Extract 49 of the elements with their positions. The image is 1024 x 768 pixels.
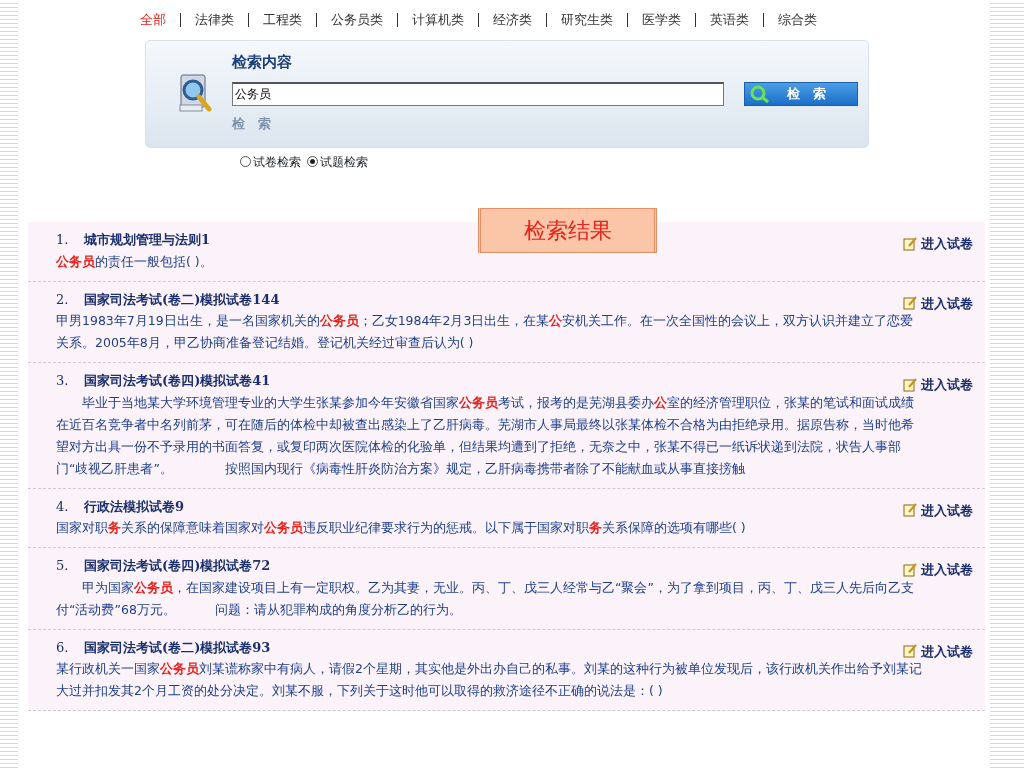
radio-option[interactable]: 试题检索 <box>307 153 368 171</box>
open-exam-link[interactable]: 进入试卷 <box>903 500 973 520</box>
edit-icon <box>903 503 917 518</box>
search-icon <box>749 83 771 104</box>
result-number: 1. <box>56 231 70 249</box>
result-title: 国家司法考试(卷二)模拟试卷144 <box>84 291 280 307</box>
category-tab[interactable]: 医学类 <box>627 13 695 27</box>
result-title: 国家司法考试(卷四)模拟试卷41 <box>84 373 271 388</box>
edit-icon <box>903 562 917 577</box>
result-title: 城市规划管理与法则1 <box>84 232 211 247</box>
category-tab[interactable]: 经济类 <box>478 13 546 27</box>
edit-icon <box>903 236 917 251</box>
category-tab[interactable]: 公务员类 <box>316 13 397 27</box>
result-text: 国家对职务关系的保障意味着国家对公务员违反职业纪律要求行为的惩戒。以下属于国家对职务关系保障的选项有哪些( ) <box>56 519 747 537</box>
edit-icon <box>903 377 917 392</box>
open-exam-link[interactable]: 进入试卷 <box>903 560 973 580</box>
search-field[interactable]: 公务员 <box>232 81 724 106</box>
document-search-icon <box>178 73 212 113</box>
result-text: 甲男1983年7月19日出生，是一名国家机关的公务员；乙女1984年2月3日出生，在某公安机关工作。在一次全国性的会议上，双方认识并建立了恋爱关系。2005年8月，甲乙协商准备登记结婚。登记机关经过审查后认为( ) <box>56 312 915 352</box>
result-text: 公务员的责任一般包括( )。 <box>56 252 214 271</box>
result-text: 毕业于当地某大学环境管理专业的大学生张某参加今年安徽省国家公务员考试，报考的是芜湖县委办公室的经济管理职位，张某的笔试和面试成绩在近百名竞争者中名列前茅，可在随后的体检中却被查出感染上了乙肝病毒。芜湖市人事局最终以张某体检不合格为由拒绝录用。据原告称，当时他希望对方出具一份不予录用的书面答复，或复印两次医院体检的化验单，但结果均遭到了拒绝，无奈之中，张某不得已一纸诉状递到法院，状告人事部门“歧视乙肝患者”。 按照国内现行《病毒性肝炎防治方案》规定，乙肝病毒携带者除了不能献血或从事直接搒触 <box>56 393 915 478</box>
edit-icon <box>903 296 917 311</box>
result-number: 2. <box>56 290 70 309</box>
search-heading: 检索内容 <box>232 52 293 73</box>
result-text: 甲为国家公务员，在国家建设项目上有一定职权。乙为其妻，无业。丙、丁、戊三人经常与乙“聚会”，为了拿到项目，丙、丁、戊三人先后向乙支付“活动费”68万元。 问题：请从犯罪构成的角度分析乙的行为。 <box>56 578 915 619</box>
category-tab[interactable]: 工程类 <box>248 13 316 27</box>
results-banner: 检索结果 <box>478 208 657 253</box>
category-tab[interactable]: 全部 <box>126 13 180 27</box>
open-exam-link[interactable]: 进入试卷 <box>903 234 973 254</box>
search-button[interactable]: 检 索 <box>744 81 858 106</box>
result-title: 国家司法考试(卷四)模拟试卷72 <box>84 558 271 573</box>
category-tab[interactable]: 英语类 <box>695 13 763 27</box>
category-tab[interactable]: 研究生类 <box>546 13 627 27</box>
edit-icon <box>903 644 917 659</box>
open-exam-link[interactable]: 进入试卷 <box>903 375 973 395</box>
result-number: 4. <box>56 497 70 516</box>
radio-option[interactable]: 试卷检索 <box>240 153 301 171</box>
open-exam-link[interactable]: 进入试卷 <box>903 293 973 313</box>
result-number: 3. <box>56 372 70 390</box>
result-title: 行政法模拟试卷9 <box>84 498 185 514</box>
result-text: 某行政机关一国家公务员刘某谎称家中有病人，请假2个星期，其实他是外出办自己的私事。刘某的这种行为被单位发现后，该行政机关作出给予刘某记大过并扣发其2个月工资的处分决定。刘某不服，下列关于这时他可以取得的救济途径不正确的说法是：( ) <box>56 660 923 700</box>
result-number: 6. <box>56 638 70 657</box>
category-tab[interactable]: 综合类 <box>763 13 831 27</box>
category-tab[interactable]: 法律类 <box>180 13 248 27</box>
open-exam-link[interactable]: 进入试卷 <box>903 641 973 661</box>
search-label: 检 索 <box>232 114 272 133</box>
result-number: 5. <box>56 557 70 575</box>
category-tab[interactable]: 计算机类 <box>397 13 478 27</box>
result-title: 国家司法考试(卷二)模拟试卷93 <box>84 639 271 655</box>
